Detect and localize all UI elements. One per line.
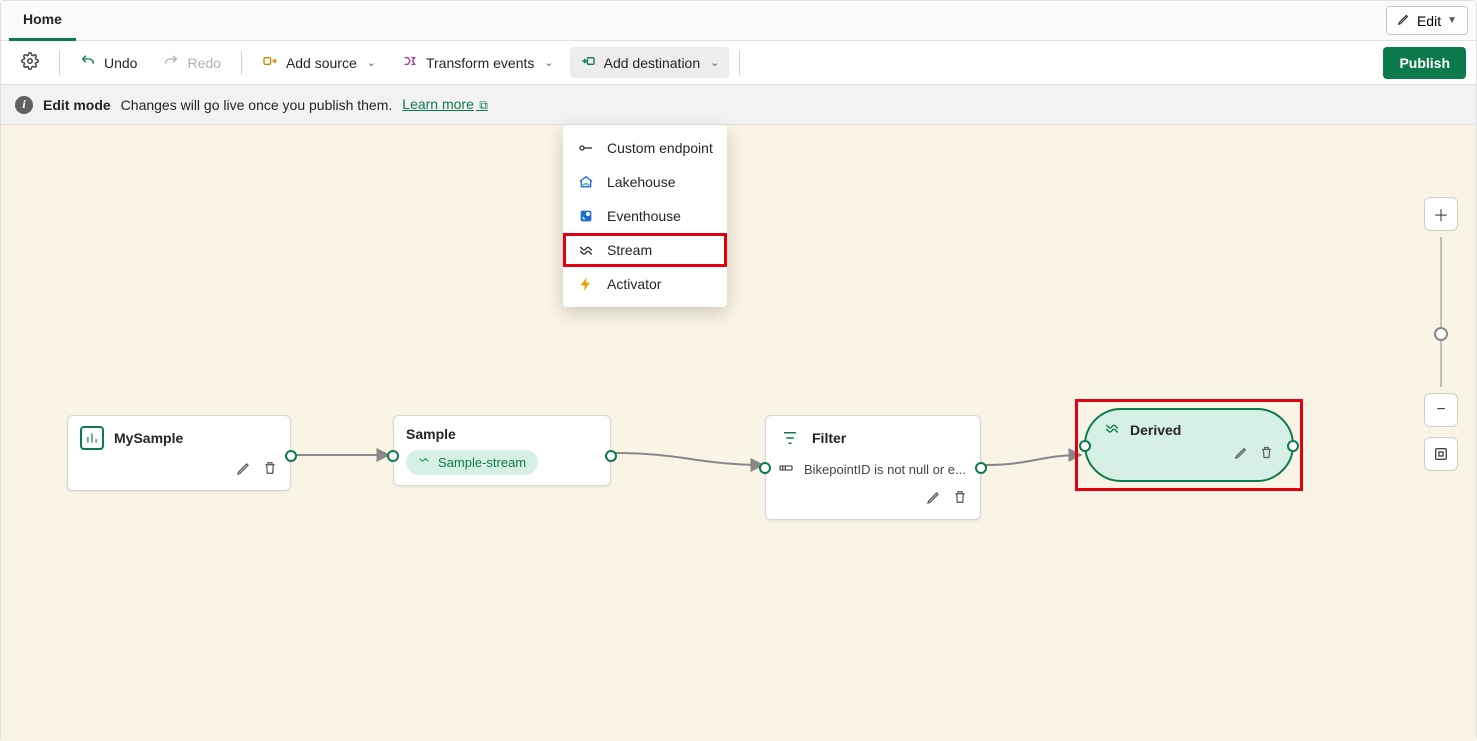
delete-node-button[interactable] bbox=[1259, 445, 1274, 463]
destination-icon bbox=[580, 53, 596, 72]
tab-row: Home Edit ▼ bbox=[1, 1, 1476, 41]
output-port[interactable] bbox=[285, 450, 297, 462]
undo-icon bbox=[80, 53, 96, 72]
output-port[interactable] bbox=[1287, 440, 1299, 452]
chevron-down-icon: ⌄ bbox=[710, 56, 719, 69]
dd-item-stream[interactable]: Stream bbox=[563, 233, 727, 267]
dd-item-label: Lakehouse bbox=[607, 174, 676, 190]
node-derived[interactable]: Derived bbox=[1084, 408, 1294, 482]
node-sample[interactable]: Sample Sample-stream bbox=[393, 415, 611, 486]
toolbar: Undo Redo Add source ⌄ Transform events … bbox=[1, 41, 1476, 85]
node-title: MySample bbox=[114, 430, 183, 446]
settings-button[interactable] bbox=[11, 46, 49, 79]
info-bar: i Edit mode Changes will go live once yo… bbox=[1, 85, 1476, 125]
input-port[interactable] bbox=[387, 450, 399, 462]
edit-node-button[interactable] bbox=[926, 489, 942, 509]
pill-label: Sample-stream bbox=[438, 455, 526, 470]
add-source-label: Add source bbox=[286, 55, 357, 71]
edit-node-button[interactable] bbox=[236, 460, 252, 480]
activator-icon bbox=[577, 275, 595, 293]
publish-button[interactable]: Publish bbox=[1383, 47, 1466, 79]
node-filter[interactable]: Filter BikepointID is not null or e... bbox=[765, 415, 981, 520]
edit-button-top[interactable]: Edit ▼ bbox=[1386, 6, 1468, 35]
node-title: Derived bbox=[1130, 422, 1181, 438]
input-port[interactable] bbox=[1079, 440, 1091, 452]
dd-item-label: Activator bbox=[607, 276, 661, 292]
stream-icon bbox=[1104, 420, 1120, 439]
undo-button[interactable]: Undo bbox=[70, 47, 147, 78]
chevron-down-icon: ⌄ bbox=[367, 56, 376, 69]
transform-events-label: Transform events bbox=[426, 55, 534, 71]
learn-more-link[interactable]: Learn more ⧉ bbox=[402, 96, 488, 113]
redo-button[interactable]: Redo bbox=[153, 47, 230, 78]
delete-node-button[interactable] bbox=[262, 460, 278, 480]
pencil-icon bbox=[1397, 12, 1411, 29]
endpoint-icon bbox=[577, 139, 595, 157]
dd-item-label: Eventhouse bbox=[607, 208, 681, 224]
condition-icon bbox=[778, 460, 794, 479]
transform-icon bbox=[402, 53, 418, 72]
input-port[interactable] bbox=[759, 462, 771, 474]
delete-node-button[interactable] bbox=[952, 489, 968, 509]
transform-events-button[interactable]: Transform events ⌄ bbox=[392, 47, 564, 78]
redo-label: Redo bbox=[187, 55, 220, 71]
filter-icon bbox=[778, 426, 802, 450]
lakehouse-icon bbox=[577, 173, 595, 191]
gear-icon bbox=[21, 52, 39, 73]
source-icon bbox=[262, 53, 278, 72]
node-title: Sample bbox=[406, 426, 456, 442]
info-icon: i bbox=[15, 96, 33, 114]
node-mysample[interactable]: MySample bbox=[67, 415, 291, 491]
add-destination-label: Add destination bbox=[604, 55, 701, 71]
canvas[interactable]: Custom endpoint Lakehouse Eventhouse Str… bbox=[1, 125, 1476, 741]
fit-view-button[interactable] bbox=[1424, 437, 1458, 471]
zoom-out-button[interactable]: − bbox=[1424, 393, 1458, 427]
zoom-controls: ＋ − bbox=[1424, 197, 1458, 471]
zoom-thumb[interactable] bbox=[1434, 327, 1448, 341]
info-message: Changes will go live once you publish th… bbox=[121, 97, 393, 113]
add-source-button[interactable]: Add source ⌄ bbox=[252, 47, 386, 78]
dd-item-custom-endpoint[interactable]: Custom endpoint bbox=[563, 131, 727, 165]
dd-item-activator[interactable]: Activator bbox=[563, 267, 727, 301]
zoom-in-button[interactable]: ＋ bbox=[1424, 197, 1458, 231]
eventhouse-icon bbox=[577, 207, 595, 225]
dd-item-label: Custom endpoint bbox=[607, 140, 713, 156]
dd-item-eventhouse[interactable]: Eventhouse bbox=[563, 199, 727, 233]
stream-icon bbox=[418, 455, 430, 470]
redo-icon bbox=[163, 53, 179, 72]
filter-condition: BikepointID is not null or e... bbox=[804, 462, 966, 477]
dd-item-lakehouse[interactable]: Lakehouse bbox=[563, 165, 727, 199]
output-port[interactable] bbox=[605, 450, 617, 462]
zoom-slider[interactable] bbox=[1440, 237, 1442, 387]
add-destination-button[interactable]: Add destination ⌄ bbox=[570, 47, 730, 78]
sample-stream-pill[interactable]: Sample-stream bbox=[406, 450, 538, 475]
edit-node-button[interactable] bbox=[1234, 445, 1249, 463]
dd-item-label: Stream bbox=[607, 242, 652, 258]
separator bbox=[739, 51, 740, 75]
chevron-down-icon: ⌄ bbox=[544, 56, 553, 69]
stream-icon bbox=[577, 241, 595, 259]
caret-down-icon: ▼ bbox=[1447, 15, 1457, 26]
edit-button-label: Edit bbox=[1417, 13, 1441, 29]
undo-label: Undo bbox=[104, 55, 137, 71]
node-derived-highlight: Derived bbox=[1075, 399, 1303, 491]
info-title: Edit mode bbox=[43, 97, 111, 113]
add-destination-dropdown: Custom endpoint Lakehouse Eventhouse Str… bbox=[563, 125, 727, 307]
output-port[interactable] bbox=[975, 462, 987, 474]
learn-more-label: Learn more bbox=[402, 96, 474, 112]
node-title: Filter bbox=[812, 430, 846, 446]
external-link-icon: ⧉ bbox=[476, 98, 488, 112]
tab-home[interactable]: Home bbox=[9, 1, 76, 41]
chart-icon bbox=[80, 426, 104, 450]
separator bbox=[241, 51, 242, 75]
separator bbox=[59, 51, 60, 75]
